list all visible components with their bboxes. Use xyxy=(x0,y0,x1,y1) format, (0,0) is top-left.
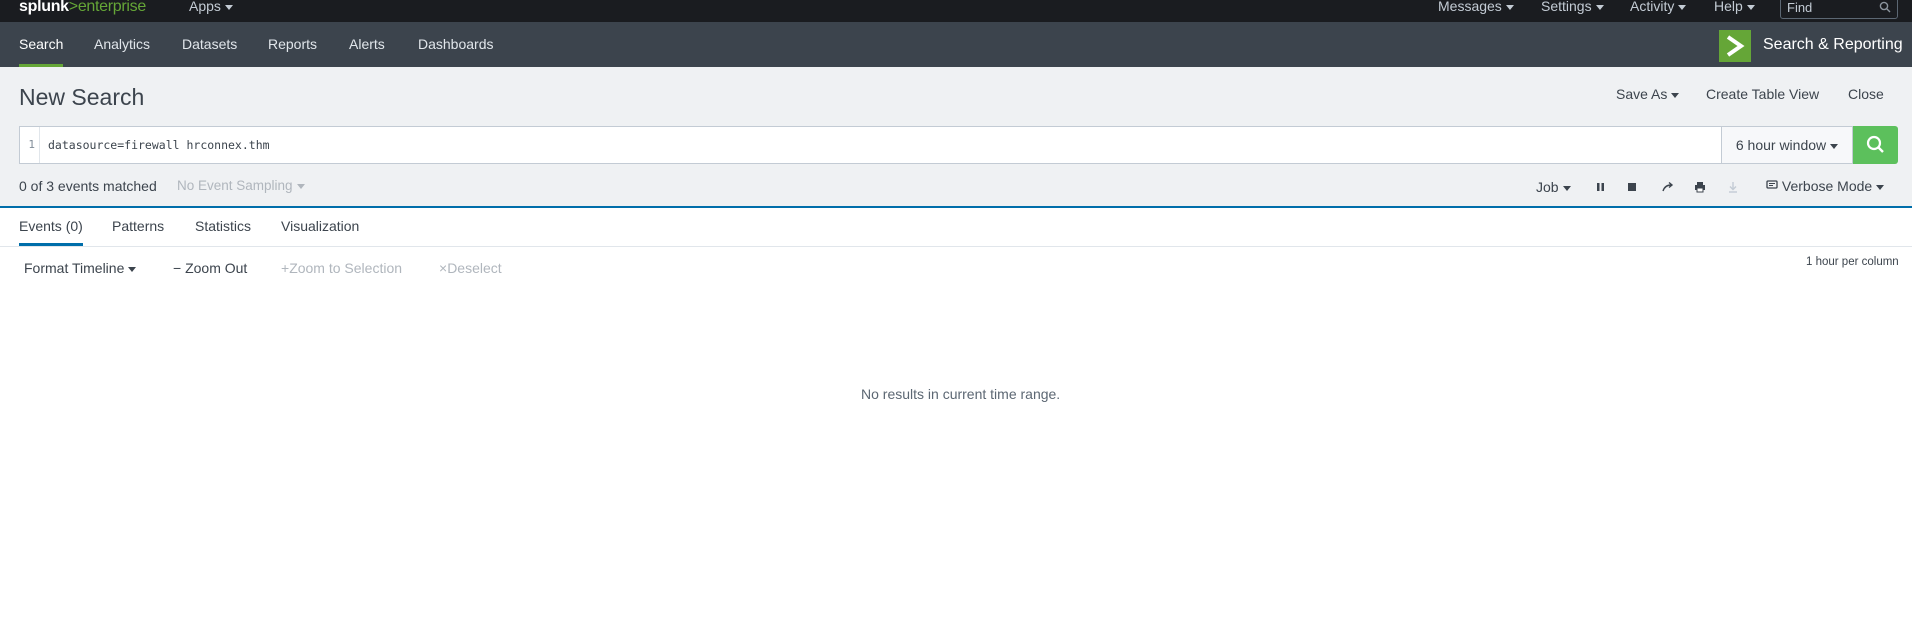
nav-datasets[interactable]: Datasets xyxy=(182,22,237,67)
activity-menu[interactable]: Activity xyxy=(1630,0,1687,22)
chevron-down-icon xyxy=(1746,4,1755,10)
help-menu[interactable]: Help xyxy=(1714,0,1755,22)
tab-statistics[interactable]: Statistics xyxy=(195,218,251,246)
nav-alerts[interactable]: Alerts xyxy=(349,22,385,67)
apps-menu[interactable]: Apps xyxy=(189,0,233,22)
share-icon[interactable] xyxy=(1662,180,1674,198)
mode-label: Verbose Mode xyxy=(1781,178,1873,194)
sampling-label: No Event Sampling xyxy=(177,178,293,193)
nav-search[interactable]: Search xyxy=(19,22,64,67)
find-input[interactable] xyxy=(1787,0,1867,15)
help-label: Help xyxy=(1714,0,1743,14)
zoom-to-selection-button: +Zoom to Selection xyxy=(281,260,402,276)
format-timeline-button[interactable]: Format Timeline xyxy=(24,260,137,276)
stop-icon[interactable] xyxy=(1627,180,1637,198)
chevron-down-icon xyxy=(1505,4,1514,10)
chevron-down-icon xyxy=(1876,184,1885,190)
tab-events[interactable]: Events (0) xyxy=(19,218,83,246)
search-button[interactable] xyxy=(1853,126,1898,164)
messages-menu[interactable]: Messages xyxy=(1438,0,1514,22)
plus-icon: + xyxy=(281,260,290,276)
search-bar[interactable]: 1 datasource=firewall hrconnex.thm xyxy=(19,126,1722,164)
app-logo-icon xyxy=(1719,30,1751,62)
messages-label: Messages xyxy=(1438,0,1502,14)
save-as-label: Save As xyxy=(1616,86,1668,102)
time-range-picker[interactable]: 6 hour window xyxy=(1721,126,1853,164)
timeline-scale: 1 hour per column xyxy=(1806,256,1899,268)
zoom-out-button[interactable]: − Zoom Out xyxy=(173,260,247,276)
find-field[interactable] xyxy=(1780,0,1898,19)
save-as-button[interactable]: Save As xyxy=(1616,86,1680,102)
no-results-message: No results in current time range. xyxy=(861,386,1061,402)
search-query[interactable]: datasource=firewall hrconnex.thm xyxy=(48,127,270,163)
zoom-out-label: Zoom Out xyxy=(185,260,248,276)
nav-reports[interactable]: Reports xyxy=(268,22,317,67)
time-range-label: 6 hour window xyxy=(1735,137,1827,153)
logo-prefix: splunk xyxy=(19,0,69,15)
activity-label: Activity xyxy=(1630,0,1675,14)
results-divider xyxy=(0,206,1912,208)
chevron-down-icon xyxy=(224,4,233,10)
chevron-down-icon xyxy=(1830,143,1839,149)
search-icon xyxy=(1879,0,1891,16)
close-icon: × xyxy=(439,260,448,276)
settings-label: Settings xyxy=(1541,0,1592,14)
zoom-selection-label: Zoom to Selection xyxy=(289,260,403,276)
download-icon xyxy=(1727,180,1739,198)
logo-gt: > xyxy=(68,0,78,15)
events-matched: 0 of 3 events matched xyxy=(19,178,157,194)
chevron-down-icon xyxy=(1595,4,1604,10)
close-button[interactable]: Close xyxy=(1848,86,1884,102)
chevron-down-icon xyxy=(1562,185,1571,191)
mode-icon xyxy=(1766,178,1782,194)
minus-icon: − xyxy=(173,260,182,276)
page-title: New Search xyxy=(19,84,145,110)
settings-menu[interactable]: Settings xyxy=(1541,0,1604,22)
line-number: 1 xyxy=(20,127,40,163)
search-mode-menu[interactable]: Verbose Mode xyxy=(1766,178,1885,194)
nav-analytics[interactable]: Analytics xyxy=(94,22,150,67)
create-table-view-button[interactable]: Create Table View xyxy=(1706,86,1819,102)
search-icon xyxy=(1853,135,1898,168)
deselect-button: ×Deselect xyxy=(439,260,502,276)
chevron-down-icon xyxy=(128,266,137,272)
job-label: Job xyxy=(1536,179,1559,195)
deselect-label: Deselect xyxy=(447,260,502,276)
pause-icon[interactable] xyxy=(1596,180,1606,198)
splunk-logo[interactable]: splunk>enterprise xyxy=(19,0,146,22)
tab-divider xyxy=(0,246,1912,247)
tab-visualization[interactable]: Visualization xyxy=(281,218,359,246)
logo-suffix: enterprise xyxy=(77,0,146,15)
top-bar: splunk>enterprise Apps Messages Settings… xyxy=(0,0,1912,22)
nav-dashboards[interactable]: Dashboards xyxy=(418,22,494,67)
tab-patterns[interactable]: Patterns xyxy=(112,218,164,246)
chevron-down-icon xyxy=(296,183,305,189)
print-icon[interactable] xyxy=(1694,180,1706,198)
app-bar: Search Analytics Datasets Reports Alerts… xyxy=(0,22,1912,67)
format-timeline-label: Format Timeline xyxy=(24,260,125,276)
chevron-down-icon xyxy=(1678,4,1687,10)
apps-label: Apps xyxy=(189,0,221,14)
event-sampling-menu: No Event Sampling xyxy=(177,178,305,193)
app-title[interactable]: Search & Reporting xyxy=(1763,22,1903,67)
job-menu[interactable]: Job xyxy=(1536,179,1571,195)
chevron-down-icon xyxy=(1671,92,1680,98)
